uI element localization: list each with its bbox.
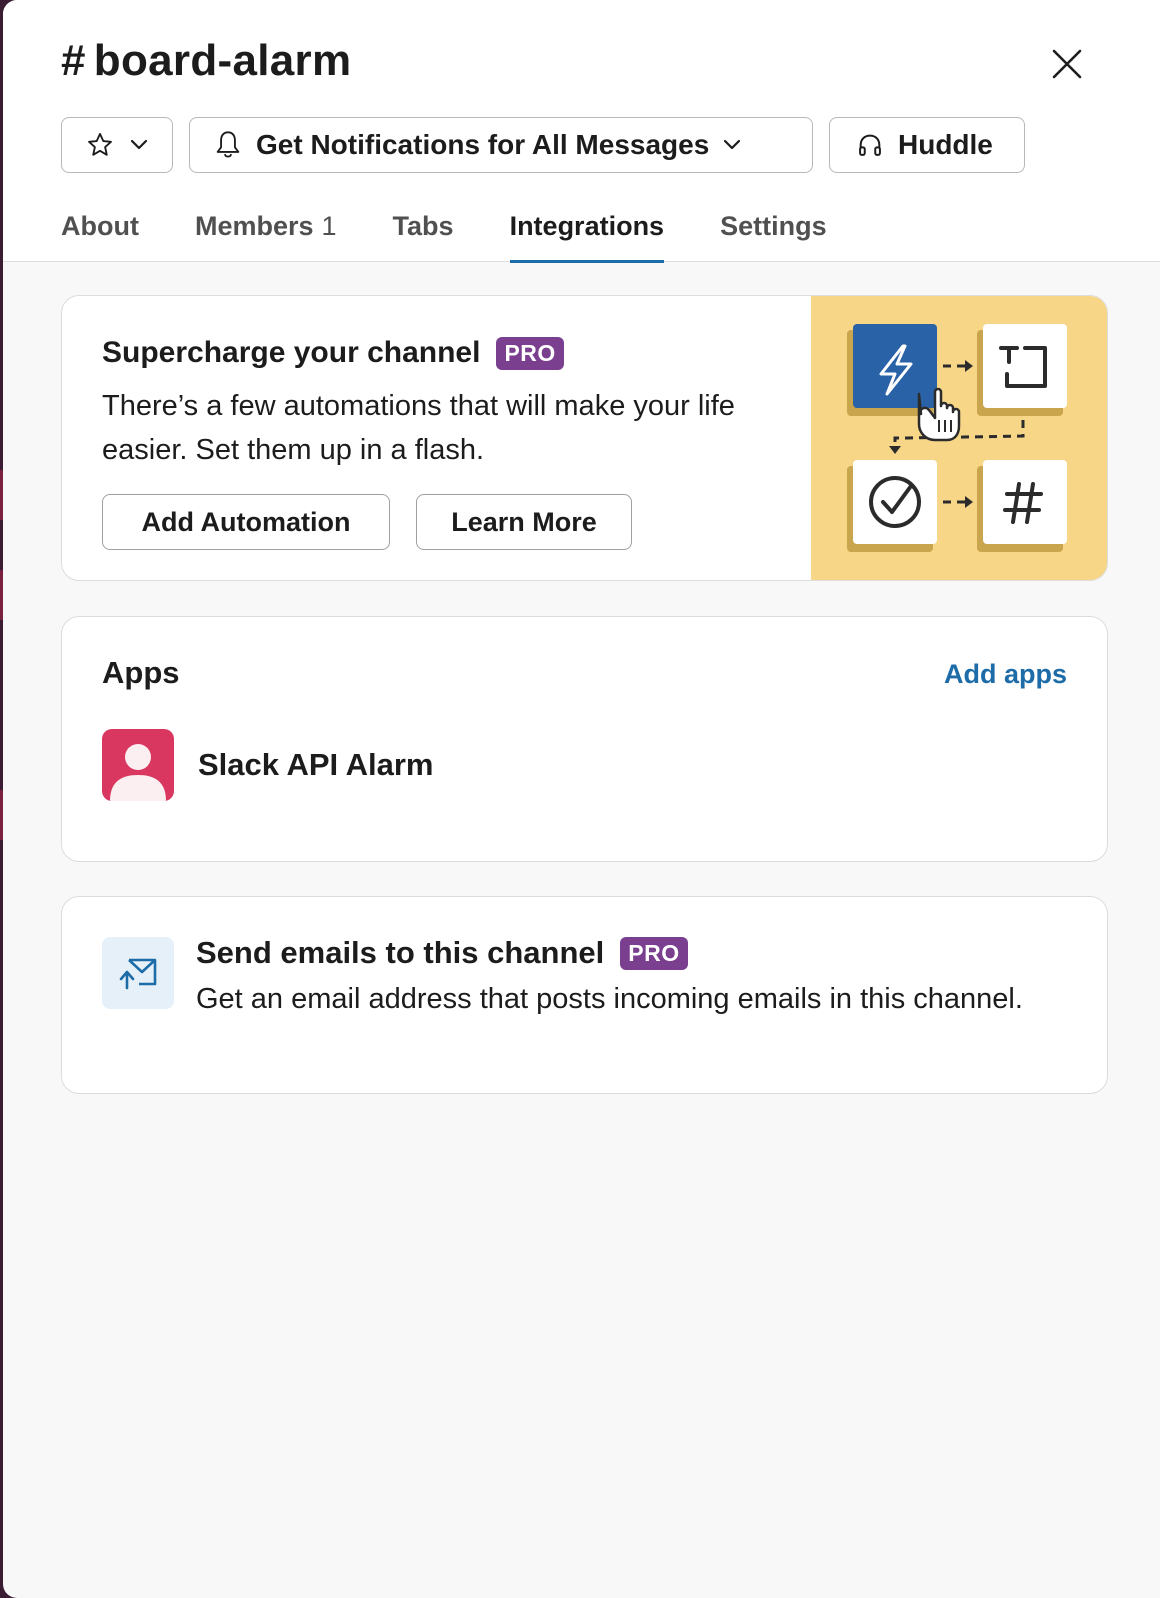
tab-members[interactable]: Members 1 [195, 200, 337, 262]
notifications-dropdown-button[interactable]: Get Notifications for All Messages [189, 117, 813, 173]
tab-about-label: About [61, 211, 139, 241]
add-apps-link[interactable]: Add apps [944, 659, 1067, 690]
app-name: Slack API Alarm [198, 747, 434, 782]
members-count: 1 [321, 211, 337, 241]
channel-details-dialog: # board-alarm Get Notifications for All … [3, 0, 1160, 1598]
channel-title: # board-alarm [61, 36, 351, 86]
tab-tabs[interactable]: Tabs [393, 200, 454, 262]
apps-title: Apps [102, 655, 180, 690]
huddle-button[interactable]: Huddle [829, 117, 1025, 173]
email-title-text: Send emails to this channel [196, 935, 605, 970]
learn-more-button[interactable]: Learn More [416, 494, 632, 550]
email-title: Send emails to this channel PRO [196, 935, 688, 971]
pro-badge: PRO [496, 336, 564, 370]
bell-icon [216, 131, 240, 158]
chevron-down-icon [724, 139, 741, 150]
app-item[interactable]: Slack API Alarm [102, 729, 433, 801]
channel-tabs: About Members 1 Tabs Integrations Settin… [61, 200, 883, 263]
email-integration-card[interactable]: Send emails to this channel PRO Get an e… [61, 896, 1108, 1094]
tab-integrations[interactable]: Integrations [509, 200, 665, 263]
chevron-down-icon [130, 139, 148, 150]
workflow-illustration [847, 324, 1067, 552]
notifications-label: Get Notifications for All Messages [256, 129, 710, 160]
tab-members-label: Members [194, 211, 314, 241]
email-description: Get an email address that posts incoming… [196, 983, 1023, 1015]
channel-name: board-alarm [93, 36, 352, 85]
automation-promo-card: Supercharge your channel PRO There’s a f… [61, 295, 1108, 581]
pro-badge: PRO [620, 936, 688, 970]
tab-about[interactable]: About [61, 200, 139, 262]
tab-settings[interactable]: Settings [720, 200, 827, 262]
promo-description: There’s a few automations that will make… [102, 390, 735, 466]
promo-title-text: Supercharge your channel [102, 336, 481, 369]
close-button[interactable] [1047, 44, 1087, 84]
add-automation-button[interactable]: Add Automation [102, 494, 390, 550]
apps-card: Apps Add apps Slack API Alarm [61, 616, 1108, 862]
headphones-icon [859, 134, 881, 156]
tab-settings-label: Settings [720, 211, 827, 241]
star-icon [88, 132, 112, 156]
star-dropdown-button[interactable] [61, 117, 173, 173]
dialog-header: # board-alarm Get Notifications for All … [3, 0, 1160, 263]
app-avatar-icon [102, 729, 174, 801]
tab-integrations-label: Integrations [509, 211, 665, 241]
huddle-label: Huddle [898, 129, 993, 160]
tab-tabs-label: Tabs [392, 211, 454, 241]
close-icon [1052, 49, 1082, 79]
channel-hash-icon: # [61, 36, 86, 85]
promo-title: Supercharge your channel PRO [102, 336, 564, 370]
email-forward-icon [102, 937, 174, 1009]
automation-illustration [811, 296, 1107, 580]
